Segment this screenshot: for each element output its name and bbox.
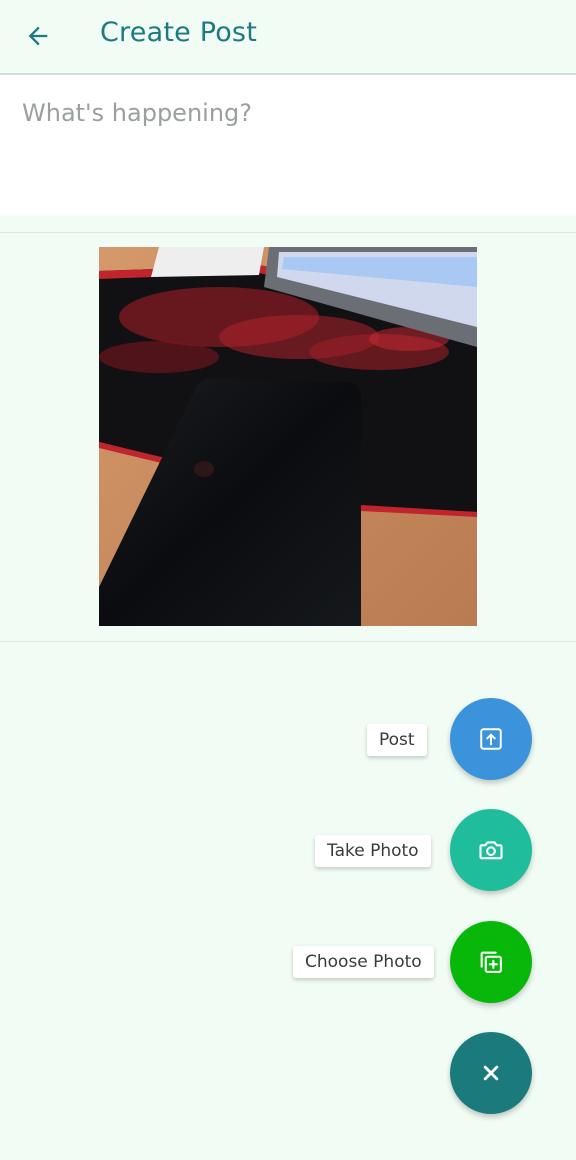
choose-photo-fab-button[interactable]: [450, 921, 532, 1003]
app-bar: Create Post: [0, 0, 576, 75]
arrow-left-icon: [28, 26, 48, 46]
close-fab-button[interactable]: [450, 1032, 532, 1114]
divider: [0, 232, 576, 233]
add-photo-icon: [480, 951, 502, 973]
take-photo-fab-button[interactable]: [450, 809, 532, 891]
composer: [0, 75, 576, 216]
selected-photo: [99, 247, 477, 626]
post-action-label[interactable]: Post: [367, 724, 427, 756]
camera-icon: [479, 841, 503, 860]
post-fab-button[interactable]: [450, 698, 532, 780]
take-photo-action-label[interactable]: Take Photo: [315, 835, 431, 867]
page-title: Create Post: [100, 17, 257, 48]
choose-photo-action-label[interactable]: Choose Photo: [293, 946, 434, 978]
back-button[interactable]: [16, 14, 60, 58]
post-text-input[interactable]: [22, 99, 552, 199]
close-icon: [483, 1065, 499, 1081]
upload-icon: [480, 728, 502, 750]
photo-image: [99, 247, 477, 626]
divider: [0, 641, 576, 642]
